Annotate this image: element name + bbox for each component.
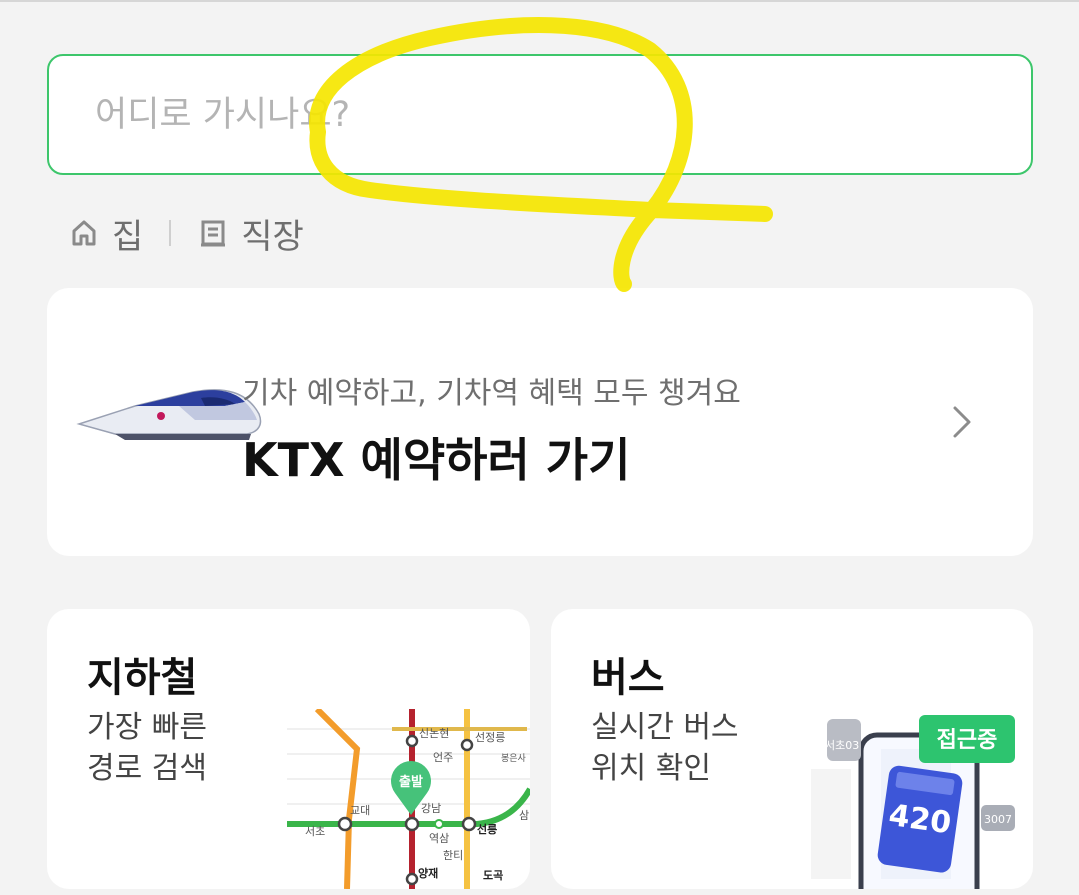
station-label: 삼 xyxy=(519,809,529,822)
subway-title: 지하철 xyxy=(87,655,198,701)
subway-desc-line1: 가장 빠른 xyxy=(87,710,207,745)
subway-card[interactable]: 지하철 가장 빠른 경로 검색 신논현 선정릉 언주 봉은사 교대 강남 역삼 … xyxy=(47,609,530,889)
ktx-title: KTX 예약하러 가기 xyxy=(242,433,631,487)
bus-description: 실시간 버스 위치 확인 xyxy=(591,707,801,789)
station-label: 선릉 xyxy=(477,822,497,836)
status-divider xyxy=(0,0,1079,2)
station-label: 봉은사 xyxy=(501,753,527,764)
station-label: 선정릉 xyxy=(475,731,505,744)
building-icon xyxy=(201,220,226,247)
station-label: 교대 xyxy=(350,804,370,817)
bus-tracking-illustration: 서초03 3007 420 접근중 xyxy=(811,715,1015,889)
station-label: 강남 xyxy=(421,802,441,815)
shortcut-home[interactable]: 집 xyxy=(70,209,143,258)
station-label: 도곡 xyxy=(483,869,503,882)
bus-main-icon: 420 xyxy=(877,765,963,873)
station-label: 언주 xyxy=(433,751,453,764)
station-label: 한티 xyxy=(443,849,463,862)
approaching-badge-label: 접근중 xyxy=(937,728,998,753)
bus-label: 서초03 xyxy=(825,739,859,752)
subway-desc-line2: 경로 검색 xyxy=(87,751,207,786)
ktx-booking-card[interactable]: 기차 예약하고, 기차역 혜택 모두 챙겨요 KTX 예약하러 가기 xyxy=(47,288,1033,556)
shortcut-divider xyxy=(169,220,172,246)
approaching-badge: 접근중 xyxy=(919,715,1015,763)
subway-description: 가장 빠른 경로 검색 xyxy=(87,707,297,789)
bus-title: 버스 xyxy=(591,655,665,701)
shortcut-work[interactable]: 직장 xyxy=(199,209,304,258)
start-pin-label: 출발 xyxy=(399,774,423,790)
station-label: 서초 xyxy=(305,825,325,838)
station-label: 역삼 xyxy=(429,832,449,845)
bus-card[interactable]: 버스 실시간 버스 위치 확인 서초03 3007 420 접근중 xyxy=(551,609,1033,889)
shortcut-home-label: 집 xyxy=(112,216,144,257)
ktx-subtitle: 기차 예약하고, 기차역 혜택 모두 챙겨요 xyxy=(242,376,741,411)
shortcut-bar: 집 직장 xyxy=(70,209,304,258)
home-icon xyxy=(72,220,96,246)
station-label: 신논현 xyxy=(419,727,449,740)
search-box[interactable] xyxy=(47,54,1033,175)
search-input[interactable] xyxy=(95,94,1031,135)
bus-label: 3007 xyxy=(984,813,1012,826)
bus-small-icon: 서초03 xyxy=(825,719,861,761)
subway-map-illustration: 신논현 선정릉 언주 봉은사 교대 강남 역삼 선릉 서초 한티 양재 도곡 삼… xyxy=(287,709,530,889)
chevron-right-icon xyxy=(953,406,971,438)
station-label: 양재 xyxy=(418,866,438,880)
ktx-train-image xyxy=(76,389,262,440)
bus-small-icon: 3007 xyxy=(981,805,1015,831)
shortcut-work-label: 직장 xyxy=(241,216,304,257)
bus-desc-line1: 실시간 버스 xyxy=(591,710,739,745)
bus-desc-line2: 위치 확인 xyxy=(591,751,711,786)
